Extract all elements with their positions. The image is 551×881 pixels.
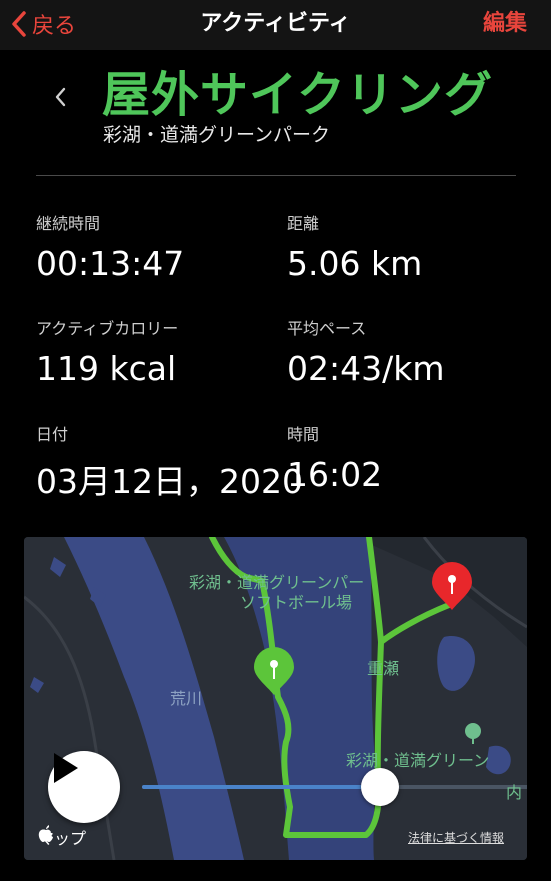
- apple-icon: [38, 825, 53, 842]
- stat-value: 5.06 km: [287, 244, 423, 283]
- map-pin-icon: [254, 647, 294, 695]
- stat-value: 16:02: [287, 455, 383, 494]
- stat-pace: 平均ペース 02:43/km: [287, 315, 444, 388]
- stat-value: 119 kcal: [36, 349, 177, 388]
- divider: [36, 175, 516, 176]
- stat-label: 継続時間: [36, 214, 101, 233]
- chevron-left-icon: [12, 11, 26, 37]
- location-subtitle: 彩湖・道満グリーンパーク: [103, 124, 331, 146]
- back-label: 戻る: [32, 14, 77, 39]
- stat-duration: 継続時間 00:13:47: [36, 210, 184, 283]
- legal-link[interactable]: 法律に基づく情報: [408, 829, 504, 846]
- map-label-park-bottom: 彩湖・道満グリーン: [346, 751, 490, 770]
- stat-date: 日付 03月12日，2020: [36, 421, 303, 503]
- stat-distance: 距離 5.06 km: [287, 210, 422, 283]
- map-pin-icon: [432, 562, 472, 610]
- stat-value: 03月12日，2020: [36, 462, 303, 501]
- back-button[interactable]: 戻る: [10, 6, 76, 42]
- playback-scrubber[interactable]: [360, 768, 399, 806]
- stat-label: アクティブカロリー: [36, 319, 179, 338]
- stat-label: 日付: [36, 425, 69, 444]
- route-map[interactable]: 彩湖・道満グリーンパー ソフトボール場 重瀬 荒川 彩湖・道満グリーン 内 マッ…: [24, 537, 527, 860]
- edit-button[interactable]: 編集: [483, 6, 527, 42]
- park-icon: [465, 723, 481, 744]
- stat-label: 距離: [287, 214, 320, 233]
- play-icon: [54, 753, 78, 783]
- navigation-bar: 戻る アクティビティ 編集: [0, 0, 551, 50]
- stat-calories: アクティブカロリー 119 kcal: [36, 315, 178, 388]
- nav-title: アクティビティ: [200, 11, 351, 36]
- map-label-place: 重瀬: [367, 659, 400, 678]
- play-button[interactable]: [48, 751, 120, 823]
- activity-title: 屋外サイクリング: [102, 67, 494, 123]
- chevron-left-icon[interactable]: [52, 85, 68, 109]
- stat-value: 00:13:47: [36, 244, 185, 283]
- stat-value: 02:43/km: [287, 349, 445, 388]
- stat-time: 時間 16:02: [287, 421, 382, 494]
- stat-label: 平均ペース: [287, 319, 367, 338]
- map-label-softball: ソフトボール場: [240, 593, 353, 612]
- stat-label: 時間: [287, 425, 320, 444]
- map-label-river: 荒川: [170, 689, 203, 708]
- maps-brand: マップ: [38, 825, 86, 849]
- map-label-edge: 内: [506, 783, 523, 802]
